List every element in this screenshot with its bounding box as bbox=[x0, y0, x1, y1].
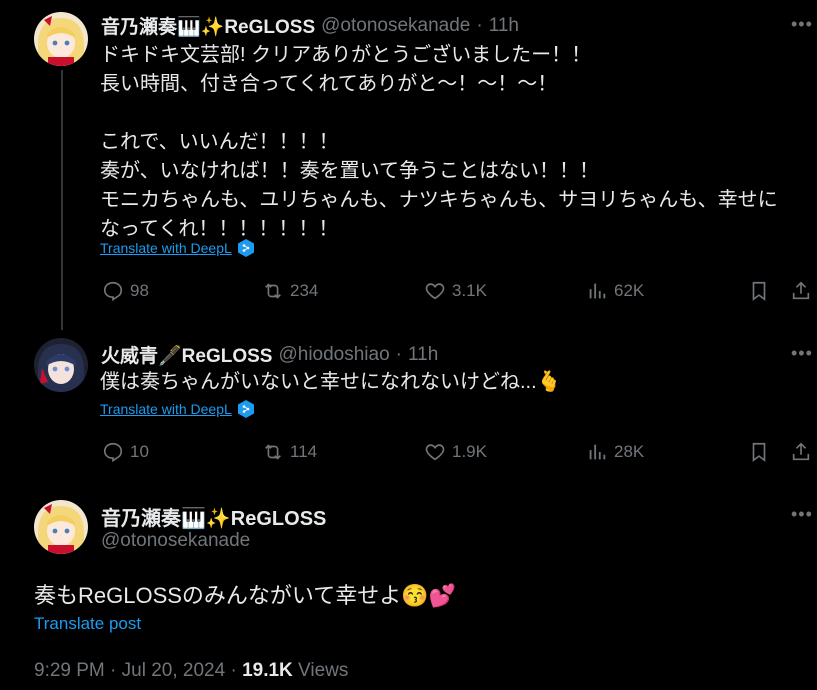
display-name[interactable]: 火威青🖋️ReGLOSS bbox=[101, 341, 272, 368]
reply-count: 98 bbox=[130, 281, 149, 300]
ellipsis-icon: ••• bbox=[791, 343, 813, 363]
more-options-button[interactable]: ••• bbox=[791, 14, 813, 35]
share-button[interactable] bbox=[790, 441, 812, 463]
like-button[interactable]: 1.9K bbox=[424, 441, 487, 463]
like-count: 1.9K bbox=[452, 442, 487, 461]
bar-chart-icon bbox=[589, 444, 606, 460]
share-button[interactable] bbox=[790, 280, 812, 302]
share-icon bbox=[792, 281, 810, 300]
reply-icon bbox=[103, 281, 123, 302]
tweet-actions: 98 234 3.1K 62K bbox=[100, 280, 817, 310]
deepl-icon bbox=[237, 400, 254, 418]
view-count: 28K bbox=[614, 442, 645, 461]
translate-deepl-link[interactable]: Translate with DeepL bbox=[100, 239, 254, 257]
deepl-icon bbox=[237, 239, 254, 257]
views-label: Views bbox=[292, 660, 349, 681]
user-handle[interactable]: @otonosekanade bbox=[321, 15, 470, 37]
tweet-header: 音乃瀬奏🎹✨ReGLOSS @otonosekanade · 11h bbox=[101, 12, 519, 39]
repost-count: 114 bbox=[290, 442, 318, 461]
translate-label: Translate with DeepL bbox=[100, 401, 232, 417]
repost-icon bbox=[265, 283, 281, 299]
bookmark-button[interactable] bbox=[748, 280, 770, 302]
bar-chart-icon bbox=[589, 283, 606, 299]
bookmark-icon bbox=[752, 442, 766, 462]
bookmark-icon bbox=[752, 281, 766, 301]
views-button[interactable]: 28K bbox=[586, 441, 644, 463]
tweet-text: ドキドキ文芸部! クリアありがとうございましたー！！ 長い時間、付き合ってくれて… bbox=[100, 44, 778, 240]
translate-label: Translate with DeepL bbox=[100, 240, 232, 256]
translate-post-link[interactable]: Translate post bbox=[34, 614, 141, 634]
avatar-hiodoshiao[interactable] bbox=[34, 338, 88, 392]
share-icon bbox=[792, 442, 810, 461]
reply-button[interactable]: 98 bbox=[102, 280, 149, 302]
separator: · bbox=[476, 14, 483, 36]
ellipsis-icon: ••• bbox=[791, 504, 813, 524]
user-handle[interactable]: @otonosekanade bbox=[101, 530, 250, 552]
avatar-otonosekanade[interactable] bbox=[34, 500, 88, 554]
translate-deepl-link[interactable]: Translate with DeepL bbox=[100, 400, 254, 418]
repost-button[interactable]: 234 bbox=[262, 280, 318, 302]
display-name[interactable]: 音乃瀬奏🎹✨ReGLOSS bbox=[101, 12, 315, 39]
like-button[interactable]: 3.1K bbox=[424, 280, 487, 302]
tweet-actions: 10 114 1.9K 28K bbox=[100, 441, 817, 471]
post-metadata: 9:29 PM · Jul 20, 2024 · 19.1K Views bbox=[34, 660, 348, 682]
reply-button[interactable]: 10 bbox=[102, 441, 149, 463]
reply-count: 10 bbox=[130, 442, 149, 461]
repost-button[interactable]: 114 bbox=[262, 441, 317, 463]
reply-icon bbox=[103, 442, 123, 463]
separator: · bbox=[395, 343, 402, 365]
tweet-text: 僕は奏ちゃんがいないと幸せになれないけどね...🫰 bbox=[100, 371, 562, 393]
repost-icon bbox=[265, 444, 281, 460]
repost-count: 234 bbox=[290, 281, 319, 300]
tweet-header: 火威青🖋️ReGLOSS @hiodoshiao · 11h bbox=[101, 341, 438, 368]
timestamp[interactable]: 11h bbox=[408, 344, 438, 366]
more-options-button[interactable]: ••• bbox=[791, 343, 813, 364]
view-count: 62K bbox=[614, 281, 645, 300]
user-handle[interactable]: @hiodoshiao bbox=[278, 344, 389, 366]
display-name[interactable]: 音乃瀬奏🎹✨ReGLOSS bbox=[101, 502, 326, 531]
ellipsis-icon: ••• bbox=[791, 14, 813, 34]
timestamp[interactable]: 11h bbox=[489, 15, 519, 37]
heart-icon bbox=[425, 283, 445, 300]
views-button[interactable]: 62K bbox=[586, 280, 644, 302]
thread-connector-line bbox=[61, 70, 63, 330]
more-options-button[interactable]: ••• bbox=[791, 504, 813, 525]
like-count: 3.1K bbox=[452, 281, 487, 300]
avatar-otonosekanade[interactable] bbox=[34, 12, 88, 66]
post-timestamp[interactable]: 9:29 PM · Jul 20, 2024 · bbox=[34, 660, 242, 681]
view-count: 19.1K bbox=[242, 660, 293, 681]
bookmark-button[interactable] bbox=[748, 441, 770, 463]
tweet-text: 奏もReGLOSSのみんながいて幸せよ😚💕 bbox=[34, 583, 457, 608]
heart-icon bbox=[425, 444, 445, 461]
